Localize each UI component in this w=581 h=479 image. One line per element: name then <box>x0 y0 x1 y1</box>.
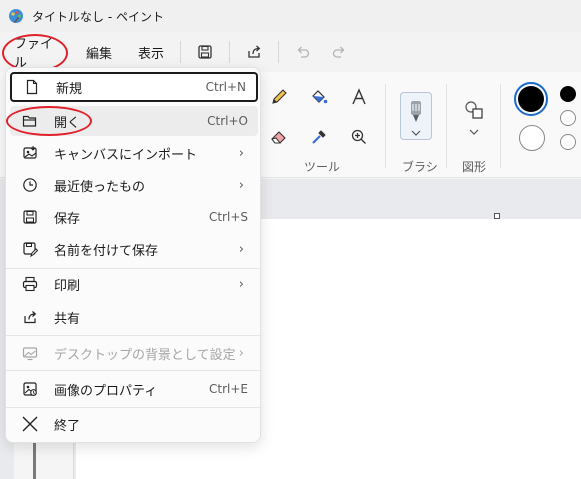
menu-item-exit[interactable]: 終了 <box>10 409 258 439</box>
tools-group-label: ツール <box>304 160 341 174</box>
magnifier-tool[interactable] <box>346 124 372 150</box>
menu-item-new[interactable]: 新規 Ctrl+N <box>10 72 258 102</box>
menu-item-label: 画像のプロパティ <box>54 383 158 399</box>
menu-item-label: 保存 <box>54 211 81 227</box>
ribbon-separator <box>385 84 386 168</box>
menu-separator <box>6 335 260 336</box>
redo-button[interactable] <box>321 37 357 67</box>
menu-item-label: 最近使ったもの <box>54 179 146 195</box>
menu-item-label: 印刷 <box>54 278 81 294</box>
eraser-icon <box>271 131 286 144</box>
shapes-button[interactable] <box>460 98 488 142</box>
chevron-down-icon <box>469 129 479 135</box>
fill-tool[interactable] <box>306 84 332 110</box>
menu-item-label: 共有 <box>54 311 81 327</box>
eraser-tool[interactable] <box>266 124 292 150</box>
color2-swatch[interactable] <box>519 125 545 151</box>
menu-item-label: 新規 <box>56 81 83 97</box>
menu-item-shortcut: Ctrl+N <box>205 80 246 94</box>
menu-item-share[interactable]: 共有 <box>10 302 258 332</box>
menu-item-import-to-canvas[interactable]: キャンバスにインポート › <box>10 138 258 168</box>
undo-icon <box>297 46 310 58</box>
menu-item-save[interactable]: 保存 Ctrl+S <box>10 202 258 232</box>
menu-separator <box>278 41 280 63</box>
chevron-down-icon <box>411 130 421 136</box>
menu-separator <box>6 407 260 408</box>
ribbon-separator <box>446 84 447 168</box>
menu-item-shortcut: Ctrl+O <box>207 114 248 128</box>
color-picker-tool[interactable] <box>306 124 332 150</box>
wallpaper-icon <box>20 343 40 363</box>
image-properties-icon <box>20 379 40 399</box>
share-icon <box>248 45 261 58</box>
menu-item-label: 終了 <box>54 418 81 434</box>
brush-icon <box>411 101 421 122</box>
chevron-right-icon: › <box>238 241 244 257</box>
color1-fill <box>518 86 544 112</box>
menu-separator <box>6 370 260 371</box>
palette-white-2[interactable] <box>560 134 576 150</box>
menu-item-open[interactable]: 開く Ctrl+O <box>10 106 258 136</box>
menu-item-save-as[interactable]: 名前を付けて保存 › <box>10 234 258 264</box>
magnifier-icon <box>351 129 366 144</box>
text-icon <box>352 88 366 105</box>
menu-bar: ファイル 編集 表示 <box>0 32 581 72</box>
palette-black[interactable] <box>560 86 576 102</box>
menu-item-label: キャンバスにインポート <box>54 147 198 163</box>
save-icon <box>20 207 40 227</box>
title-bar: タイトルなし - ペイント <box>0 0 581 32</box>
menu-separator <box>180 41 182 63</box>
share-button[interactable] <box>236 37 272 67</box>
canvas-resize-handle[interactable] <box>494 213 500 219</box>
clock-icon <box>20 175 40 195</box>
chevron-right-icon: › <box>238 177 244 193</box>
menu-separator <box>229 41 231 63</box>
file-dropdown-menu: 新規 Ctrl+N 開く Ctrl+O キャンバスにインポート › 最近使ったも… <box>5 67 261 443</box>
pencil-icon <box>272 89 287 104</box>
brush-group-label: ブラシ <box>402 160 438 174</box>
chevron-right-icon: › <box>238 145 244 161</box>
chevron-right-icon: › <box>238 345 244 361</box>
share-icon <box>20 307 40 327</box>
menu-item-label: 開く <box>54 115 81 131</box>
shapes-icon <box>465 101 483 119</box>
menu-item-print[interactable]: 印刷 › <box>10 269 258 299</box>
redo-icon <box>332 46 345 58</box>
menu-item-image-properties[interactable]: 画像のプロパティ Ctrl+E <box>10 374 258 404</box>
menu-item-label: 名前を付けて保存 <box>54 243 159 259</box>
save-icon <box>198 45 212 59</box>
color1-swatch[interactable] <box>514 82 548 116</box>
menu-item-set-desktop-background[interactable]: デスクトップの背景として設定 › <box>10 338 258 368</box>
save-button[interactable] <box>187 37 223 67</box>
paint-app-icon <box>9 9 23 23</box>
folder-open-icon <box>20 111 40 131</box>
edit-menu[interactable]: 編集 <box>76 37 122 67</box>
fill-bucket-icon <box>312 90 328 104</box>
undo-button[interactable] <box>285 37 321 67</box>
brush-button[interactable] <box>400 92 432 140</box>
pencil-tool[interactable] <box>266 84 292 110</box>
menu-item-shortcut: Ctrl+E <box>209 382 248 396</box>
scrollbar[interactable] <box>33 440 36 479</box>
save-as-icon <box>20 239 40 259</box>
ribbon-separator <box>500 84 501 168</box>
close-icon <box>20 414 40 434</box>
palette-white-1[interactable] <box>560 110 576 126</box>
menu-item-recent[interactable]: 最近使ったもの › <box>10 170 258 200</box>
new-file-icon <box>22 77 42 97</box>
text-tool[interactable] <box>346 84 372 110</box>
print-icon <box>20 274 40 294</box>
shapes-group-label: 図形 <box>462 160 487 174</box>
file-menu[interactable]: ファイル <box>4 37 66 71</box>
menu-item-shortcut: Ctrl+S <box>208 210 248 224</box>
import-icon <box>20 143 40 163</box>
eyedropper-icon <box>312 130 326 144</box>
window-title: タイトルなし - ペイント <box>32 9 164 24</box>
view-menu[interactable]: 表示 <box>128 37 174 67</box>
chevron-right-icon: › <box>238 276 244 292</box>
menu-item-label: デスクトップの背景として設定 <box>54 347 236 363</box>
